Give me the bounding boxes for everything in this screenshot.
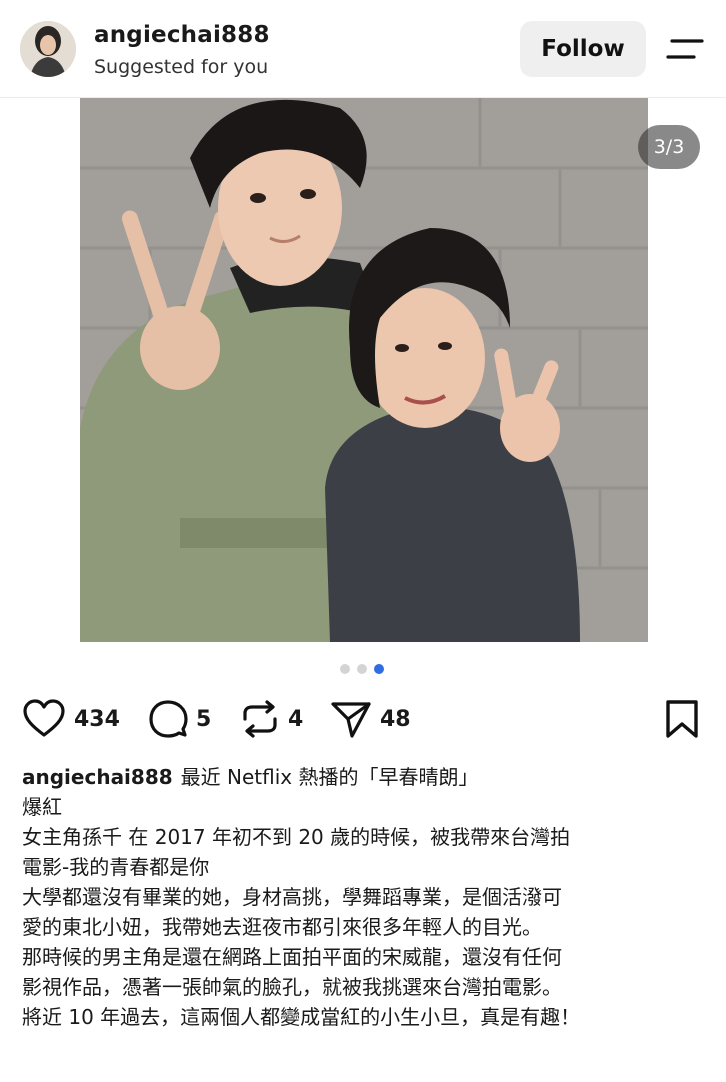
follow-button[interactable]: Follow xyxy=(520,21,646,77)
share-count: 48 xyxy=(380,706,411,732)
post-header: angiechai888 Suggested for you Follow xyxy=(0,0,726,98)
caption-line: 那時候的男主角是還在網路上面拍平面的宋威龍，還沒有任何 xyxy=(22,945,562,969)
caption-line: 電影-我的青春都是你 xyxy=(22,855,210,879)
caption-line: 女主角孫千 在 2017 年初不到 20 歲的時候，被我帶來台灣拍 xyxy=(22,825,571,849)
comment-button[interactable]: 5 xyxy=(148,696,211,742)
caption-line: 將近 10 年過去，這兩個人都變成當紅的小生小旦，真是有趣！ xyxy=(22,1005,581,1029)
repost-icon xyxy=(243,700,277,738)
caption-line: 爆紅 xyxy=(22,795,62,819)
carousel-dot-2[interactable] xyxy=(357,664,367,674)
menu-icon[interactable] xyxy=(666,36,704,62)
like-count: 434 xyxy=(74,706,120,732)
post-caption: angiechai888 最近 Netflix 熱播的「早春晴朗」 爆紅 女主角孫… xyxy=(22,762,712,1032)
comment-count: 5 xyxy=(196,706,212,732)
caption-username[interactable]: angiechai888 xyxy=(22,765,173,789)
photo-image xyxy=(80,98,648,642)
action-bar: 434 5 4 48 xyxy=(0,696,726,742)
send-icon xyxy=(331,702,371,738)
caption-text: 最近 Netflix 熱播的「早春晴朗」 xyxy=(180,765,479,789)
carousel-dot-3[interactable] xyxy=(374,664,384,674)
comment-icon xyxy=(149,700,188,738)
bookmark-icon[interactable] xyxy=(664,699,700,739)
carousel-dot-1[interactable] xyxy=(340,664,350,674)
avatar[interactable] xyxy=(20,21,76,77)
repost-count: 4 xyxy=(288,706,304,732)
caption-line: 大學都還沒有畢業的她，身材高挑，學舞蹈專業，是個活潑可 xyxy=(22,885,562,909)
suggested-label: Suggested for you xyxy=(94,56,269,78)
caption-line: 影視作品，憑著一張帥氣的臉孔，就被我挑選來台灣拍電影。 xyxy=(22,975,562,999)
post-photo[interactable] xyxy=(80,98,648,642)
carousel-indicator xyxy=(340,664,384,676)
username[interactable]: angiechai888 xyxy=(94,22,270,48)
like-button[interactable]: 434 xyxy=(22,696,120,742)
repost-button[interactable]: 4 xyxy=(240,696,303,742)
share-button[interactable]: 48 xyxy=(330,696,411,742)
caption-line: angiechai888 最近 Netflix 熱播的「早春晴朗」 xyxy=(22,762,712,792)
heart-icon xyxy=(23,699,65,737)
image-counter: 3/3 xyxy=(638,125,700,169)
caption-line: 愛的東北小妞，我帶她去逛夜市都引來很多年輕人的目光。 xyxy=(22,915,542,939)
avatar-image xyxy=(20,21,76,77)
